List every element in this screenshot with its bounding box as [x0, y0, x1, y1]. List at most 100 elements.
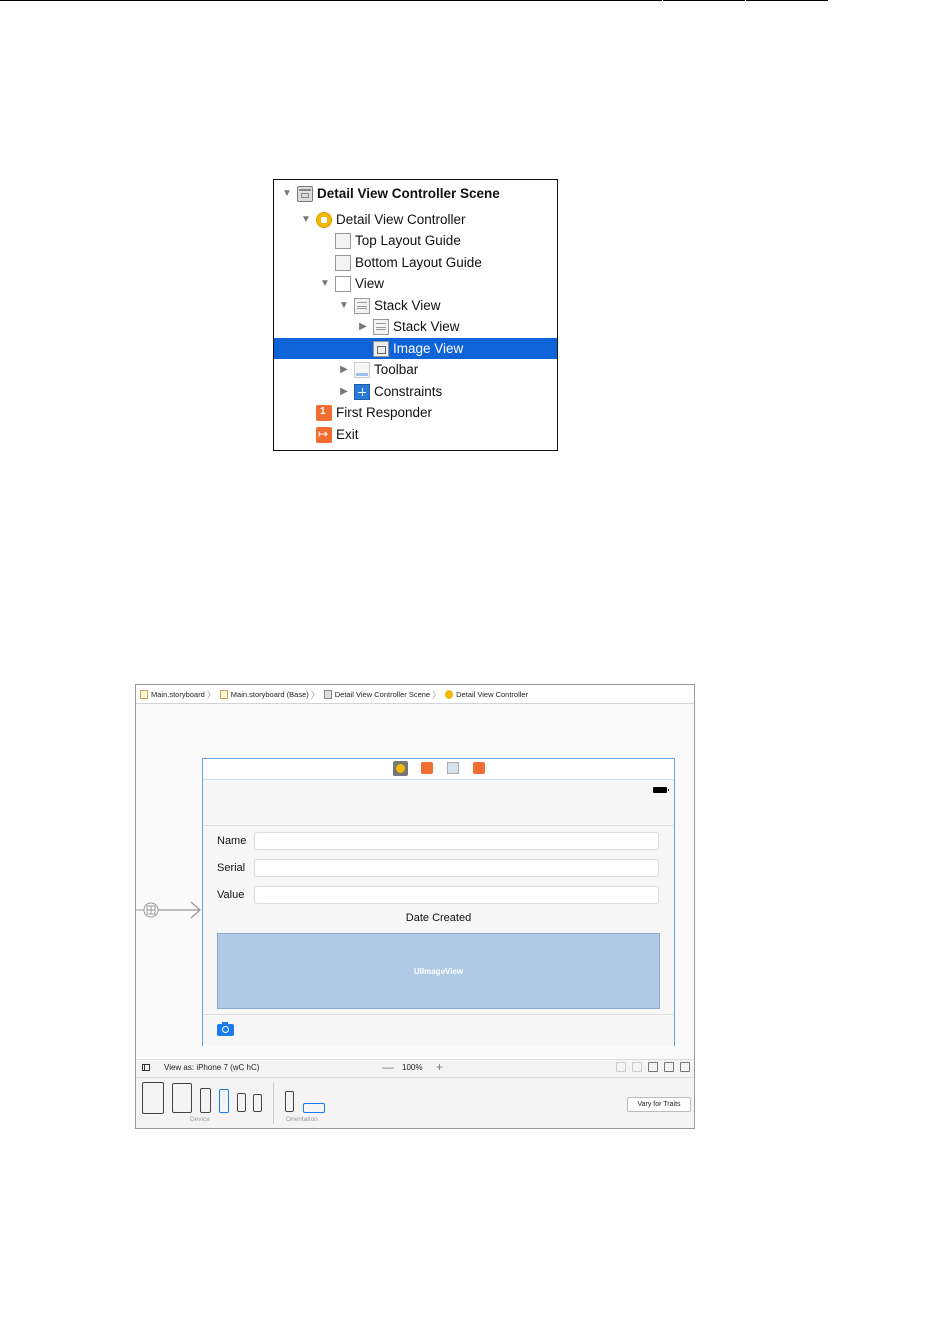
- outline-row-view-controller[interactable]: ▼ Detail View Controller: [274, 209, 557, 230]
- outline-row-stack-view[interactable]: ▼ Stack View: [274, 295, 557, 316]
- layout-guide-icon: [335, 254, 351, 271]
- view-as-button[interactable]: View as: iPhone 7 (wC hC): [164, 1063, 259, 1072]
- outline-row-toolbar[interactable]: ▶ Toolbar: [274, 359, 557, 380]
- stack-view-icon: [373, 318, 389, 335]
- disclosure-collapsed-icon[interactable]: ▶: [338, 364, 350, 376]
- chevron-right-icon: 〉: [310, 689, 320, 700]
- storyboard-file-icon: [219, 689, 228, 699]
- outline-row-top-layout-guide[interactable]: Top Layout Guide: [274, 230, 557, 251]
- chevron-right-icon: 〉: [206, 689, 216, 700]
- disclosure-collapsed-icon[interactable]: ▶: [338, 386, 350, 398]
- outline-row-image-view[interactable]: Image View: [274, 338, 557, 359]
- outline-label: Image View: [393, 341, 464, 356]
- outline-label: Bottom Layout Guide: [355, 255, 482, 270]
- zoom-level: 100%: [402, 1063, 423, 1072]
- zoom-out-button[interactable]: —: [382, 1060, 394, 1074]
- jump-bar-item[interactable]: Detail View Controller: [441, 689, 529, 699]
- outline-row-scene[interactable]: ▼ Detail View Controller Scene: [274, 183, 557, 204]
- toolbar: [203, 1014, 674, 1046]
- jump-bar-label: Detail View Controller: [456, 689, 529, 699]
- align-icon[interactable]: [648, 1062, 658, 1072]
- serial-field[interactable]: [254, 859, 659, 877]
- interface-builder-editor: Main.storyboard 〉 Main.storyboard (Base)…: [135, 684, 695, 1129]
- disclosure-expanded-icon[interactable]: ▼: [281, 188, 293, 200]
- storyboard-canvas[interactable]: Name Serial Value Date Created UIImageVi…: [136, 704, 694, 1059]
- toolbar-icon: [354, 361, 370, 378]
- jump-bar-item[interactable]: Detail View Controller Scene 〉: [320, 688, 441, 701]
- disclosure-expanded-icon[interactable]: ▼: [319, 278, 331, 290]
- divider: [273, 1082, 274, 1124]
- jump-bar-label: Main.storyboard (Base): [230, 689, 309, 699]
- outline-label: Stack View: [393, 319, 460, 334]
- scene-icon: [297, 185, 313, 202]
- status-bar: [203, 780, 674, 826]
- jump-bar-item[interactable]: Main.storyboard 〉: [136, 688, 216, 701]
- embed-in-stack-icon[interactable]: [632, 1062, 642, 1072]
- disclosure-expanded-icon[interactable]: ▼: [338, 300, 350, 312]
- iphone-7-device-icon[interactable]: [219, 1089, 229, 1113]
- view-controller-scene[interactable]: Name Serial Value Date Created UIImageVi…: [202, 758, 675, 1046]
- layout-guide-icon: [335, 232, 351, 249]
- exit-icon: [316, 426, 332, 443]
- outline-label: Top Layout Guide: [355, 233, 461, 248]
- stack-view-icon: [354, 297, 370, 314]
- serial-label: Serial: [217, 862, 246, 874]
- image-view[interactable]: UIImageView: [217, 933, 660, 1009]
- outline-row-view[interactable]: ▼ View: [274, 273, 557, 294]
- sidebar-toggle-icon[interactable]: [142, 1064, 150, 1071]
- rule-tick: [662, 0, 663, 2]
- zoom-in-button[interactable]: +: [436, 1060, 443, 1074]
- outline-label: Exit: [336, 427, 359, 442]
- canvas-bottom-bar: View as: iPhone 7 (wC hC) — 100% +: [136, 1059, 694, 1078]
- scene-icon: [323, 689, 332, 699]
- outline-label: View: [355, 276, 385, 291]
- landscape-orientation-icon[interactable]: [303, 1103, 325, 1113]
- jump-bar-item[interactable]: Main.storyboard (Base) 〉: [216, 688, 320, 701]
- exit-icon[interactable]: [473, 762, 485, 774]
- outline-label: Constraints: [374, 384, 443, 399]
- outline-row-constraints[interactable]: ▶ Constraints: [274, 381, 557, 402]
- iphone-plus-device-icon[interactable]: [200, 1088, 211, 1113]
- outline-row-nested-stack-view[interactable]: ▶ Stack View: [274, 316, 557, 337]
- view-controller-icon: [445, 689, 454, 699]
- ipad-pro-large-device-icon[interactable]: [142, 1082, 164, 1114]
- vary-for-traits-button[interactable]: Vary for Traits: [627, 1097, 691, 1112]
- disclosure-collapsed-icon[interactable]: ▶: [357, 321, 369, 333]
- first-responder-icon: [316, 404, 332, 421]
- device-label: Device: [190, 1116, 210, 1123]
- iphone-4s-device-icon[interactable]: [253, 1094, 262, 1112]
- outline-row-exit[interactable]: Exit: [274, 424, 557, 445]
- camera-icon[interactable]: [217, 1022, 234, 1036]
- ipad-device-icon[interactable]: [172, 1083, 192, 1113]
- jump-bar: Main.storyboard 〉 Main.storyboard (Base)…: [136, 685, 694, 704]
- battery-icon: [653, 787, 669, 793]
- outline-row-bottom-layout-guide[interactable]: Bottom Layout Guide: [274, 252, 557, 273]
- view-controller-icon: [316, 211, 332, 228]
- name-label: Name: [217, 835, 247, 847]
- add-constraints-icon[interactable]: [664, 1062, 674, 1072]
- resolve-issues-icon[interactable]: [680, 1062, 690, 1072]
- view-controller-icon[interactable]: [393, 761, 408, 776]
- device-configuration-bar: Device Orientation Vary for Traits: [136, 1078, 694, 1128]
- update-frames-icon[interactable]: [616, 1062, 626, 1072]
- orientation-label: Orientation: [286, 1116, 318, 1123]
- entry-point-arrow-icon[interactable]: [136, 899, 202, 921]
- jump-bar-label: Detail View Controller Scene: [334, 689, 431, 699]
- view-icon: [335, 275, 351, 292]
- outline-row-first-responder[interactable]: First Responder: [274, 402, 557, 423]
- value-label: Value: [217, 889, 245, 901]
- image-icon[interactable]: [447, 762, 459, 774]
- outline-label: Detail View Controller Scene: [317, 186, 500, 201]
- iphone-se-device-icon[interactable]: [237, 1093, 246, 1112]
- document-outline: ▼ Detail View Controller Scene ▼ Detail …: [273, 179, 558, 451]
- value-field[interactable]: [254, 886, 659, 904]
- image-view-icon: [373, 340, 389, 357]
- name-field[interactable]: [254, 832, 659, 850]
- portrait-orientation-icon[interactable]: [285, 1091, 294, 1112]
- rule-tick: [745, 0, 746, 2]
- disclosure-expanded-icon[interactable]: ▼: [300, 214, 312, 226]
- constraints-icon: [354, 383, 370, 400]
- jump-bar-label: Main.storyboard: [151, 689, 205, 699]
- outline-label: Stack View: [374, 298, 441, 313]
- first-responder-icon[interactable]: [421, 762, 433, 774]
